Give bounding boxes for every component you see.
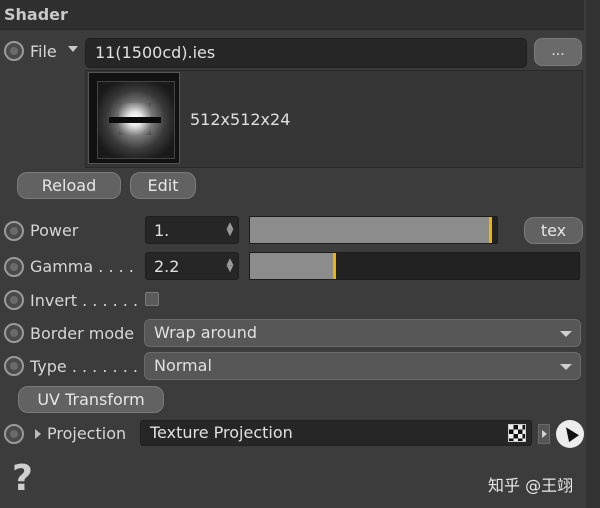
projection-keyframe-icon[interactable] <box>4 424 24 444</box>
power-slider-fill <box>250 217 492 243</box>
power-field[interactable]: 1. ▲ ▼ <box>145 216 239 244</box>
border-mode-keyframe-icon[interactable] <box>4 323 24 343</box>
type-value: Normal <box>154 356 212 375</box>
expand-arrow-icon[interactable] <box>35 429 41 439</box>
file-path-value: 11(1500cd).ies <box>95 43 216 62</box>
image-resolution: 512x512x24 <box>190 110 291 129</box>
border-mode-value: Wrap around <box>154 323 257 342</box>
chevron-down-icon <box>560 331 572 337</box>
type-dropdown[interactable]: Normal <box>144 352 581 380</box>
power-value: 1. <box>154 221 170 240</box>
right-scroll-strip[interactable] <box>586 0 600 508</box>
gamma-spinner-icon[interactable]: ▲ ▼ <box>225 258 235 274</box>
projection-link-field[interactable]: Texture Projection <box>140 420 532 446</box>
link-expand-icon[interactable] <box>538 424 550 444</box>
gamma-label: Gamma . . . . <box>30 257 134 276</box>
power-keyframe-icon[interactable] <box>4 221 24 241</box>
projection-value: Texture Projection <box>150 423 293 442</box>
chevron-down-icon <box>560 364 572 370</box>
gamma-slider-handle[interactable] <box>333 253 336 279</box>
panel-header <box>0 0 584 30</box>
texture-checker-icon[interactable] <box>508 424 526 442</box>
border-mode-label: Border mode <box>30 324 135 343</box>
power-slider[interactable] <box>249 216 498 244</box>
panel-title: Shader <box>4 5 68 24</box>
invert-keyframe-icon[interactable] <box>4 290 24 310</box>
power-spinner-icon[interactable]: ▲ ▼ <box>225 222 235 238</box>
power-label: Power <box>30 221 79 240</box>
file-keyframe-icon[interactable] <box>4 41 24 61</box>
help-icon[interactable]: ? <box>12 458 33 499</box>
gamma-slider-fill <box>250 253 336 279</box>
reload-button[interactable]: Reload <box>17 172 121 199</box>
gamma-keyframe-icon[interactable] <box>4 257 24 277</box>
border-mode-dropdown[interactable]: Wrap around <box>144 319 581 347</box>
pick-object-icon[interactable] <box>556 420 584 448</box>
invert-label: Invert . . . . . . <box>30 291 139 310</box>
invert-checkbox[interactable] <box>145 292 159 306</box>
watermark-text: 知乎 @王翊 <box>488 476 574 495</box>
type-keyframe-icon[interactable] <box>4 356 24 376</box>
uv-transform-button[interactable]: UV Transform <box>18 386 164 413</box>
browse-button[interactable]: ... <box>534 38 582 66</box>
type-label: Type . . . . . . . <box>30 357 138 376</box>
gamma-field[interactable]: 2.2 ▲ ▼ <box>145 252 239 280</box>
file-label: File <box>30 42 57 61</box>
gamma-slider[interactable] <box>249 252 580 280</box>
projection-label: Projection <box>47 424 127 443</box>
file-dropdown-arrow-icon[interactable] <box>68 46 78 52</box>
ies-thumbnail[interactable] <box>88 72 180 164</box>
tex-button[interactable]: tex <box>524 217 583 244</box>
edit-button[interactable]: Edit <box>130 172 196 199</box>
power-slider-handle[interactable] <box>489 217 492 243</box>
gamma-value: 2.2 <box>154 257 180 276</box>
